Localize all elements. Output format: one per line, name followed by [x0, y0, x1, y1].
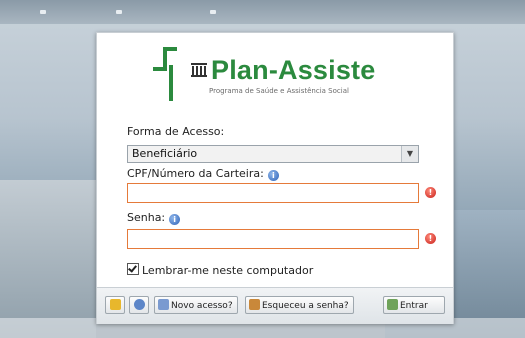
info-icon[interactable]: i — [267, 170, 279, 181]
cpf-label: CPF/Número da Carteira: — [127, 167, 264, 180]
login-dialog: Plan-Assiste Programa de Saúde e Assistê… — [96, 32, 454, 324]
enter-label: Entrar — [400, 301, 428, 311]
password-label-row: Senha: i — [127, 211, 181, 225]
plan-assiste-logo: Plan-Assiste Programa de Saúde e Assistê… — [147, 43, 407, 107]
brand-name: Plan-Assiste — [211, 55, 376, 85]
new-access-button[interactable]: Novo acesso? — [154, 296, 238, 314]
lock-button[interactable] — [105, 296, 125, 314]
enter-button[interactable]: Entrar — [383, 296, 445, 314]
password-label: Senha: — [127, 211, 166, 224]
help-icon — [133, 299, 145, 310]
chevron-down-icon[interactable]: ▼ — [401, 146, 418, 162]
error-icon: ! — [425, 233, 436, 244]
access-type-label: Forma de Acesso: — [127, 125, 225, 138]
remember-me-row[interactable]: Lembrar-me neste computador — [127, 263, 313, 277]
password-input[interactable] — [127, 229, 419, 249]
forgot-password-label: Esqueceu a senha? — [262, 301, 349, 311]
dialog-toolbar: Novo acesso? Esqueceu a senha? Entrar — [97, 287, 453, 324]
brand-tagline: Programa de Saúde e Assistência Social — [209, 87, 349, 95]
help-button[interactable] — [129, 296, 149, 314]
user-key-icon — [249, 299, 260, 310]
top-bar-mark — [40, 10, 46, 14]
institution-icon — [191, 63, 207, 77]
forgot-password-button[interactable]: Esqueceu a senha? — [245, 296, 354, 314]
top-bar-mark — [210, 10, 216, 14]
users-icon — [158, 299, 169, 310]
new-access-label: Novo acesso? — [171, 301, 233, 311]
background-top-bar — [0, 0, 525, 24]
home-icon — [387, 299, 398, 310]
info-icon[interactable]: i — [169, 214, 181, 225]
remember-me-label: Lembrar-me neste computador — [142, 264, 314, 277]
cpf-label-row: CPF/Número da Carteira: i — [127, 167, 279, 181]
top-bar-mark — [116, 10, 122, 14]
cpf-input[interactable] — [127, 183, 419, 203]
access-type-value: Beneficiário — [132, 147, 198, 160]
access-type-select[interactable]: Beneficiário ▼ — [127, 145, 419, 163]
remember-me-checkbox[interactable] — [127, 263, 139, 275]
background-building-left — [0, 180, 96, 338]
lock-icon — [109, 299, 121, 310]
error-icon: ! — [425, 187, 436, 198]
